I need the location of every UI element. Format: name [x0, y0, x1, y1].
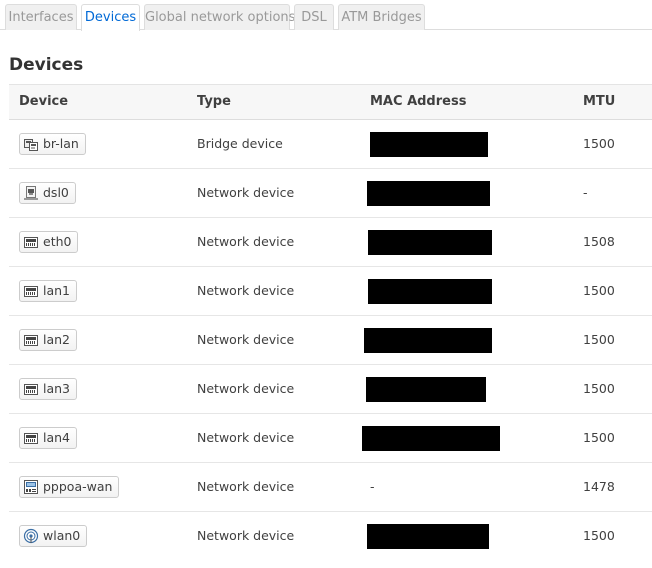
- mtu-value: 1500: [583, 528, 615, 543]
- mtu-value: 1500: [583, 430, 615, 445]
- device-type: Network device: [197, 381, 295, 396]
- mac-address-redaction: [367, 181, 490, 206]
- mtu-value: 1500: [583, 381, 615, 396]
- dsl-port-icon: [23, 185, 39, 201]
- mac-address-redaction: [368, 230, 492, 255]
- mtu-value: 1508: [583, 234, 615, 249]
- device-label: lan2: [43, 332, 71, 347]
- table-row: wlan0 Network device 1500: [9, 512, 652, 561]
- device-type: Network device: [197, 283, 295, 298]
- tab-atm-bridges[interactable]: ATM Bridges: [338, 4, 425, 30]
- column-header-type: Type: [197, 94, 231, 109]
- table-row: eth0 Network device 1508: [9, 218, 652, 267]
- device-type: Network device: [197, 479, 295, 494]
- tunnel-icon: [23, 479, 39, 495]
- device-badge-wlan0[interactable]: wlan0: [19, 525, 88, 547]
- tab-interfaces[interactable]: Interfaces: [5, 4, 77, 30]
- tab-dsl[interactable]: DSL: [294, 4, 334, 30]
- ethernet-port-icon: [23, 430, 39, 446]
- ethernet-port-icon: [23, 332, 39, 348]
- device-label: wlan0: [43, 528, 81, 543]
- mac-address-redaction: [362, 426, 500, 451]
- device-label: eth0: [43, 234, 72, 249]
- wifi-icon: [23, 528, 39, 544]
- device-badge-lan4[interactable]: lan4: [19, 427, 78, 449]
- device-label: lan1: [43, 283, 71, 298]
- device-badge-lan2[interactable]: lan2: [19, 329, 78, 351]
- mac-address-redaction: [370, 132, 488, 157]
- column-header-mac-address: MAC Address: [370, 94, 467, 109]
- column-header-device: Device: [19, 94, 69, 109]
- device-type: Network device: [197, 185, 295, 200]
- ethernet-port-icon: [23, 283, 39, 299]
- device-label: br-lan: [43, 136, 79, 151]
- table-header: Device Type MAC Address MTU: [9, 84, 652, 120]
- device-label: lan4: [43, 430, 71, 445]
- mtu-value: 1500: [583, 283, 615, 298]
- ethernet-port-icon: [23, 381, 39, 397]
- device-label: lan3: [43, 381, 71, 396]
- table-row: br-lan Bridge device 1500: [9, 120, 652, 169]
- device-badge-pppoa-wan[interactable]: pppoa-wan: [19, 476, 120, 498]
- column-header-mtu: MTU: [583, 94, 616, 109]
- mac-address-redaction: [364, 328, 492, 353]
- device-badge-lan3[interactable]: lan3: [19, 378, 78, 400]
- device-badge-br-lan[interactable]: br-lan: [19, 133, 86, 155]
- device-type: Network device: [197, 528, 295, 543]
- mac-address-redaction: [368, 279, 492, 304]
- bridge-icon: [23, 136, 39, 152]
- mac-address-redaction: [367, 524, 489, 549]
- mac-address-redaction: [366, 377, 486, 402]
- mtu-value: -: [583, 185, 588, 200]
- tab-global-network-options[interactable]: Global network options: [144, 4, 295, 30]
- tab-bar: Interfaces Devices Global network option…: [0, 0, 652, 31]
- mac-address-value: -: [370, 479, 375, 494]
- device-type: Bridge device: [197, 136, 283, 151]
- table-row: lan1 Network device 1500: [9, 267, 652, 316]
- device-label: dsl0: [43, 185, 69, 200]
- table-row: pppoa-wan Network device - 1478: [9, 463, 652, 512]
- device-type: Network device: [197, 234, 295, 249]
- ethernet-port-icon: [23, 234, 39, 250]
- device-badge-lan1[interactable]: lan1: [19, 280, 78, 302]
- table-row: lan3 Network device 1500: [9, 365, 652, 414]
- mtu-value: 1500: [583, 136, 615, 151]
- device-label: pppoa-wan: [43, 479, 113, 494]
- device-badge-dsl0[interactable]: dsl0: [19, 182, 76, 204]
- section-title: Devices: [9, 55, 84, 75]
- device-type: Network device: [197, 332, 295, 347]
- tab-devices[interactable]: Devices: [81, 4, 140, 31]
- table-row: lan4 Network device 1500: [9, 414, 652, 463]
- mtu-value: 1500: [583, 332, 615, 347]
- devices-table: Device Type MAC Address MTU br-lan Bridg…: [9, 84, 652, 561]
- table-row: dsl0 Network device -: [9, 169, 652, 218]
- table-row: lan2 Network device 1500: [9, 316, 652, 365]
- mtu-value: 1478: [583, 479, 615, 494]
- table-body: br-lan Bridge device 1500 dsl0 Network d…: [9, 120, 652, 561]
- device-badge-eth0[interactable]: eth0: [19, 231, 79, 253]
- device-type: Network device: [197, 430, 295, 445]
